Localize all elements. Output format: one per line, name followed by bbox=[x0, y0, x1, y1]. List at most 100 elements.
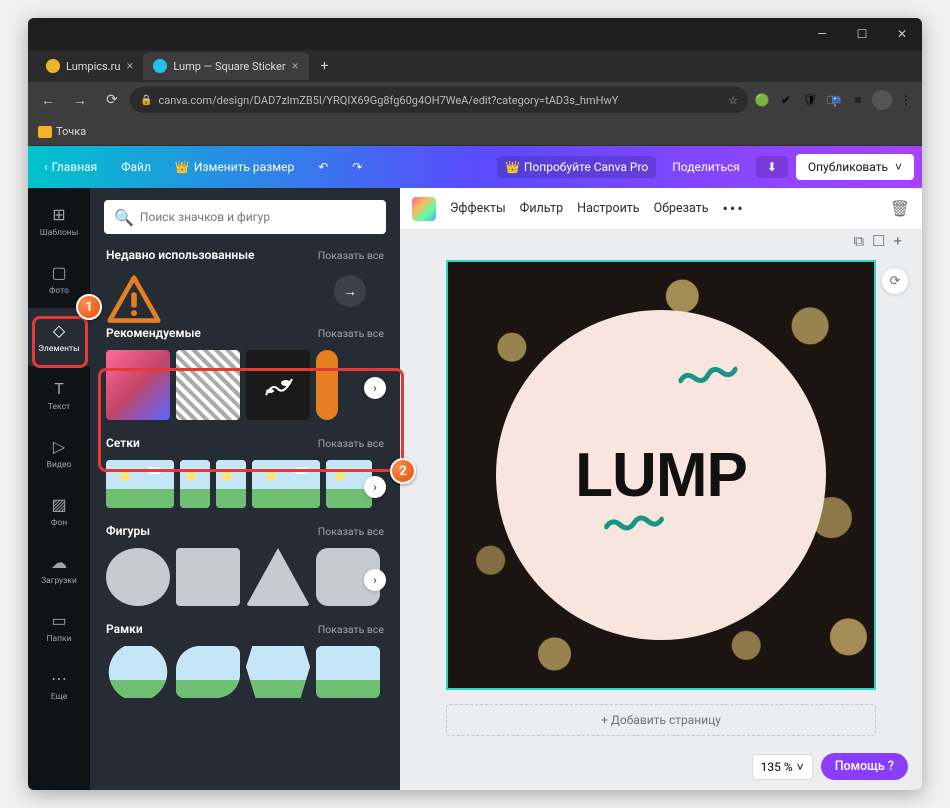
add-page-icon[interactable]: + bbox=[893, 232, 902, 250]
file-menu[interactable]: Файл bbox=[113, 156, 159, 178]
frame-thumb[interactable] bbox=[316, 646, 380, 698]
close-icon[interactable]: × bbox=[126, 59, 133, 74]
grid-thumb[interactable] bbox=[216, 460, 246, 508]
more-icon: ⋯ bbox=[49, 669, 69, 689]
close-icon[interactable]: × bbox=[292, 59, 299, 74]
home-button[interactable]: ‹ Главная bbox=[36, 156, 105, 178]
search-input[interactable] bbox=[140, 210, 376, 224]
more-button[interactable]: ••• bbox=[723, 199, 745, 218]
browser-tab[interactable]: Lumpics.ru × bbox=[36, 52, 143, 80]
back-button[interactable]: ← bbox=[34, 86, 62, 114]
elements-icon: ◇ bbox=[49, 321, 69, 341]
redo-button[interactable]: ↷ bbox=[344, 156, 370, 178]
reload-button[interactable]: ⟳ bbox=[98, 86, 126, 114]
color-button[interactable] bbox=[412, 197, 436, 221]
duplicate-page-icon[interactable]: ⧉ bbox=[853, 232, 864, 250]
try-pro-button[interactable]: 👑 Попробуйте Canva Pro bbox=[497, 156, 656, 178]
tab-label: Lumpics.ru bbox=[66, 60, 120, 73]
resize-button[interactable]: 👑 Изменить размер bbox=[167, 156, 302, 178]
annotation-marker-1: 1 bbox=[76, 294, 102, 320]
sidenav-templates[interactable]: ⊞Шаблоны bbox=[28, 192, 90, 250]
extension-icon[interactable]: 🟢 bbox=[752, 90, 772, 110]
minimize-button[interactable]: — bbox=[802, 18, 842, 50]
element-thumb[interactable] bbox=[176, 350, 240, 420]
folder-icon bbox=[38, 126, 52, 138]
side-nav: ⊞Шаблоны ▢Фото ◇Элементы TТекст ▷Видео ▨… bbox=[28, 188, 90, 790]
section-title: Фигуры bbox=[106, 524, 150, 538]
squiggle-decoration[interactable] bbox=[677, 360, 739, 390]
window-titlebar: — ☐ ✕ bbox=[28, 18, 922, 50]
grid-thumb[interactable] bbox=[180, 460, 210, 508]
bookmark-bar: Точка bbox=[28, 118, 922, 146]
frame-thumb[interactable] bbox=[106, 646, 170, 698]
url-bar[interactable]: 🔒 canva.com/design/DAD7zlmZB5I/YRQIX69Gg… bbox=[130, 87, 748, 113]
download-button[interactable]: ⬇ bbox=[756, 156, 788, 178]
filter-button[interactable]: Фильтр bbox=[520, 201, 563, 216]
add-page-button[interactable]: + Добавить страницу bbox=[446, 704, 876, 736]
star-icon[interactable]: ☆ bbox=[728, 94, 738, 107]
canvas-wrap[interactable]: ⧉ ☐ + ⟳ LUMP + Добавить страницу 135 % ˅… bbox=[400, 230, 922, 790]
show-all-link[interactable]: Показать все bbox=[318, 623, 384, 636]
element-thumb[interactable] bbox=[316, 350, 338, 420]
crop-button[interactable]: Обрезать bbox=[654, 201, 709, 216]
sidenav-text[interactable]: TТекст bbox=[28, 366, 90, 424]
help-button[interactable]: Помощь ? bbox=[821, 753, 908, 780]
sidenav-background[interactable]: ▨Фон bbox=[28, 482, 90, 540]
show-all-link[interactable]: Показать все bbox=[318, 327, 384, 340]
element-thumb[interactable] bbox=[246, 350, 310, 420]
show-all-link[interactable]: Показать все bbox=[318, 437, 384, 450]
recent-row: → bbox=[98, 266, 392, 322]
avatar-icon[interactable] bbox=[872, 90, 892, 110]
frame-thumb[interactable] bbox=[246, 646, 310, 698]
forward-button[interactable]: → bbox=[66, 86, 94, 114]
maximize-button[interactable]: ☐ bbox=[842, 18, 882, 50]
copy-page-icon[interactable]: ☐ bbox=[872, 232, 885, 250]
adjust-button[interactable]: Настроить bbox=[577, 201, 639, 216]
browser-tab-active[interactable]: Lump — Square Sticker × bbox=[143, 52, 308, 80]
section-header-frames: Рамки Показать все bbox=[98, 618, 392, 640]
video-icon: ▷ bbox=[49, 437, 69, 457]
publish-button[interactable]: Опубликовать ˅ bbox=[796, 154, 914, 180]
search-box[interactable]: 🔍 bbox=[104, 200, 386, 234]
show-all-link[interactable]: Показать все bbox=[318, 249, 384, 262]
extension-icon[interactable]: 🛡 bbox=[800, 90, 820, 110]
grid-thumb[interactable] bbox=[106, 460, 174, 508]
close-button[interactable]: ✕ bbox=[882, 18, 922, 50]
sidenav-more[interactable]: ⋯Еще bbox=[28, 656, 90, 714]
squiggle-decoration[interactable] bbox=[603, 510, 665, 536]
delete-button[interactable]: 🗑 bbox=[890, 199, 910, 218]
shape-circle[interactable] bbox=[106, 548, 170, 606]
canvas[interactable]: ⟳ LUMP bbox=[446, 260, 876, 690]
show-all-link[interactable]: Показать все bbox=[318, 525, 384, 538]
uploads-icon: ☁ bbox=[49, 553, 69, 573]
tab-label: Lump — Square Sticker bbox=[173, 60, 285, 73]
canva-header: ‹ Главная Файл 👑 Изменить размер ↶ ↷ 👑 П… bbox=[28, 146, 922, 188]
next-element-button[interactable]: → bbox=[334, 275, 366, 307]
sidenav-folders[interactable]: ▭Папки bbox=[28, 598, 90, 656]
sticker-circle[interactable]: LUMP bbox=[496, 310, 826, 640]
bookmark-item[interactable]: Точка bbox=[38, 125, 86, 138]
effects-button[interactable]: Эффекты bbox=[450, 201, 506, 216]
recommended-row: › bbox=[98, 344, 392, 432]
extension-icon[interactable]: ✔ bbox=[776, 90, 796, 110]
menu-icon[interactable]: ⋮ bbox=[896, 90, 916, 110]
shape-triangle[interactable] bbox=[246, 548, 310, 606]
scroll-right-button[interactable]: › bbox=[364, 569, 386, 591]
scroll-right-button[interactable]: › bbox=[364, 476, 386, 498]
grid-thumb[interactable] bbox=[252, 460, 320, 508]
refresh-icon[interactable]: ⟳ bbox=[882, 268, 908, 294]
undo-button[interactable]: ↶ bbox=[310, 156, 336, 178]
sidenav-uploads[interactable]: ☁Загрузки bbox=[28, 540, 90, 598]
extension-icon[interactable]: ≡ bbox=[848, 90, 868, 110]
sidenav-video[interactable]: ▷Видео bbox=[28, 424, 90, 482]
share-button[interactable]: Поделиться bbox=[664, 156, 748, 178]
frame-thumb[interactable] bbox=[176, 646, 240, 698]
scroll-right-button[interactable]: › bbox=[364, 377, 386, 399]
warning-triangle-element[interactable] bbox=[106, 272, 162, 328]
zoom-control[interactable]: 135 % ˅ bbox=[752, 754, 813, 780]
element-thumb[interactable] bbox=[106, 350, 170, 420]
extension-icon[interactable]: 📭 bbox=[824, 90, 844, 110]
shape-square[interactable] bbox=[176, 548, 240, 606]
new-tab-button[interactable]: + bbox=[313, 54, 337, 78]
url-text: canva.com/design/DAD7zlmZB5I/YRQIX69Gg8f… bbox=[158, 94, 618, 107]
